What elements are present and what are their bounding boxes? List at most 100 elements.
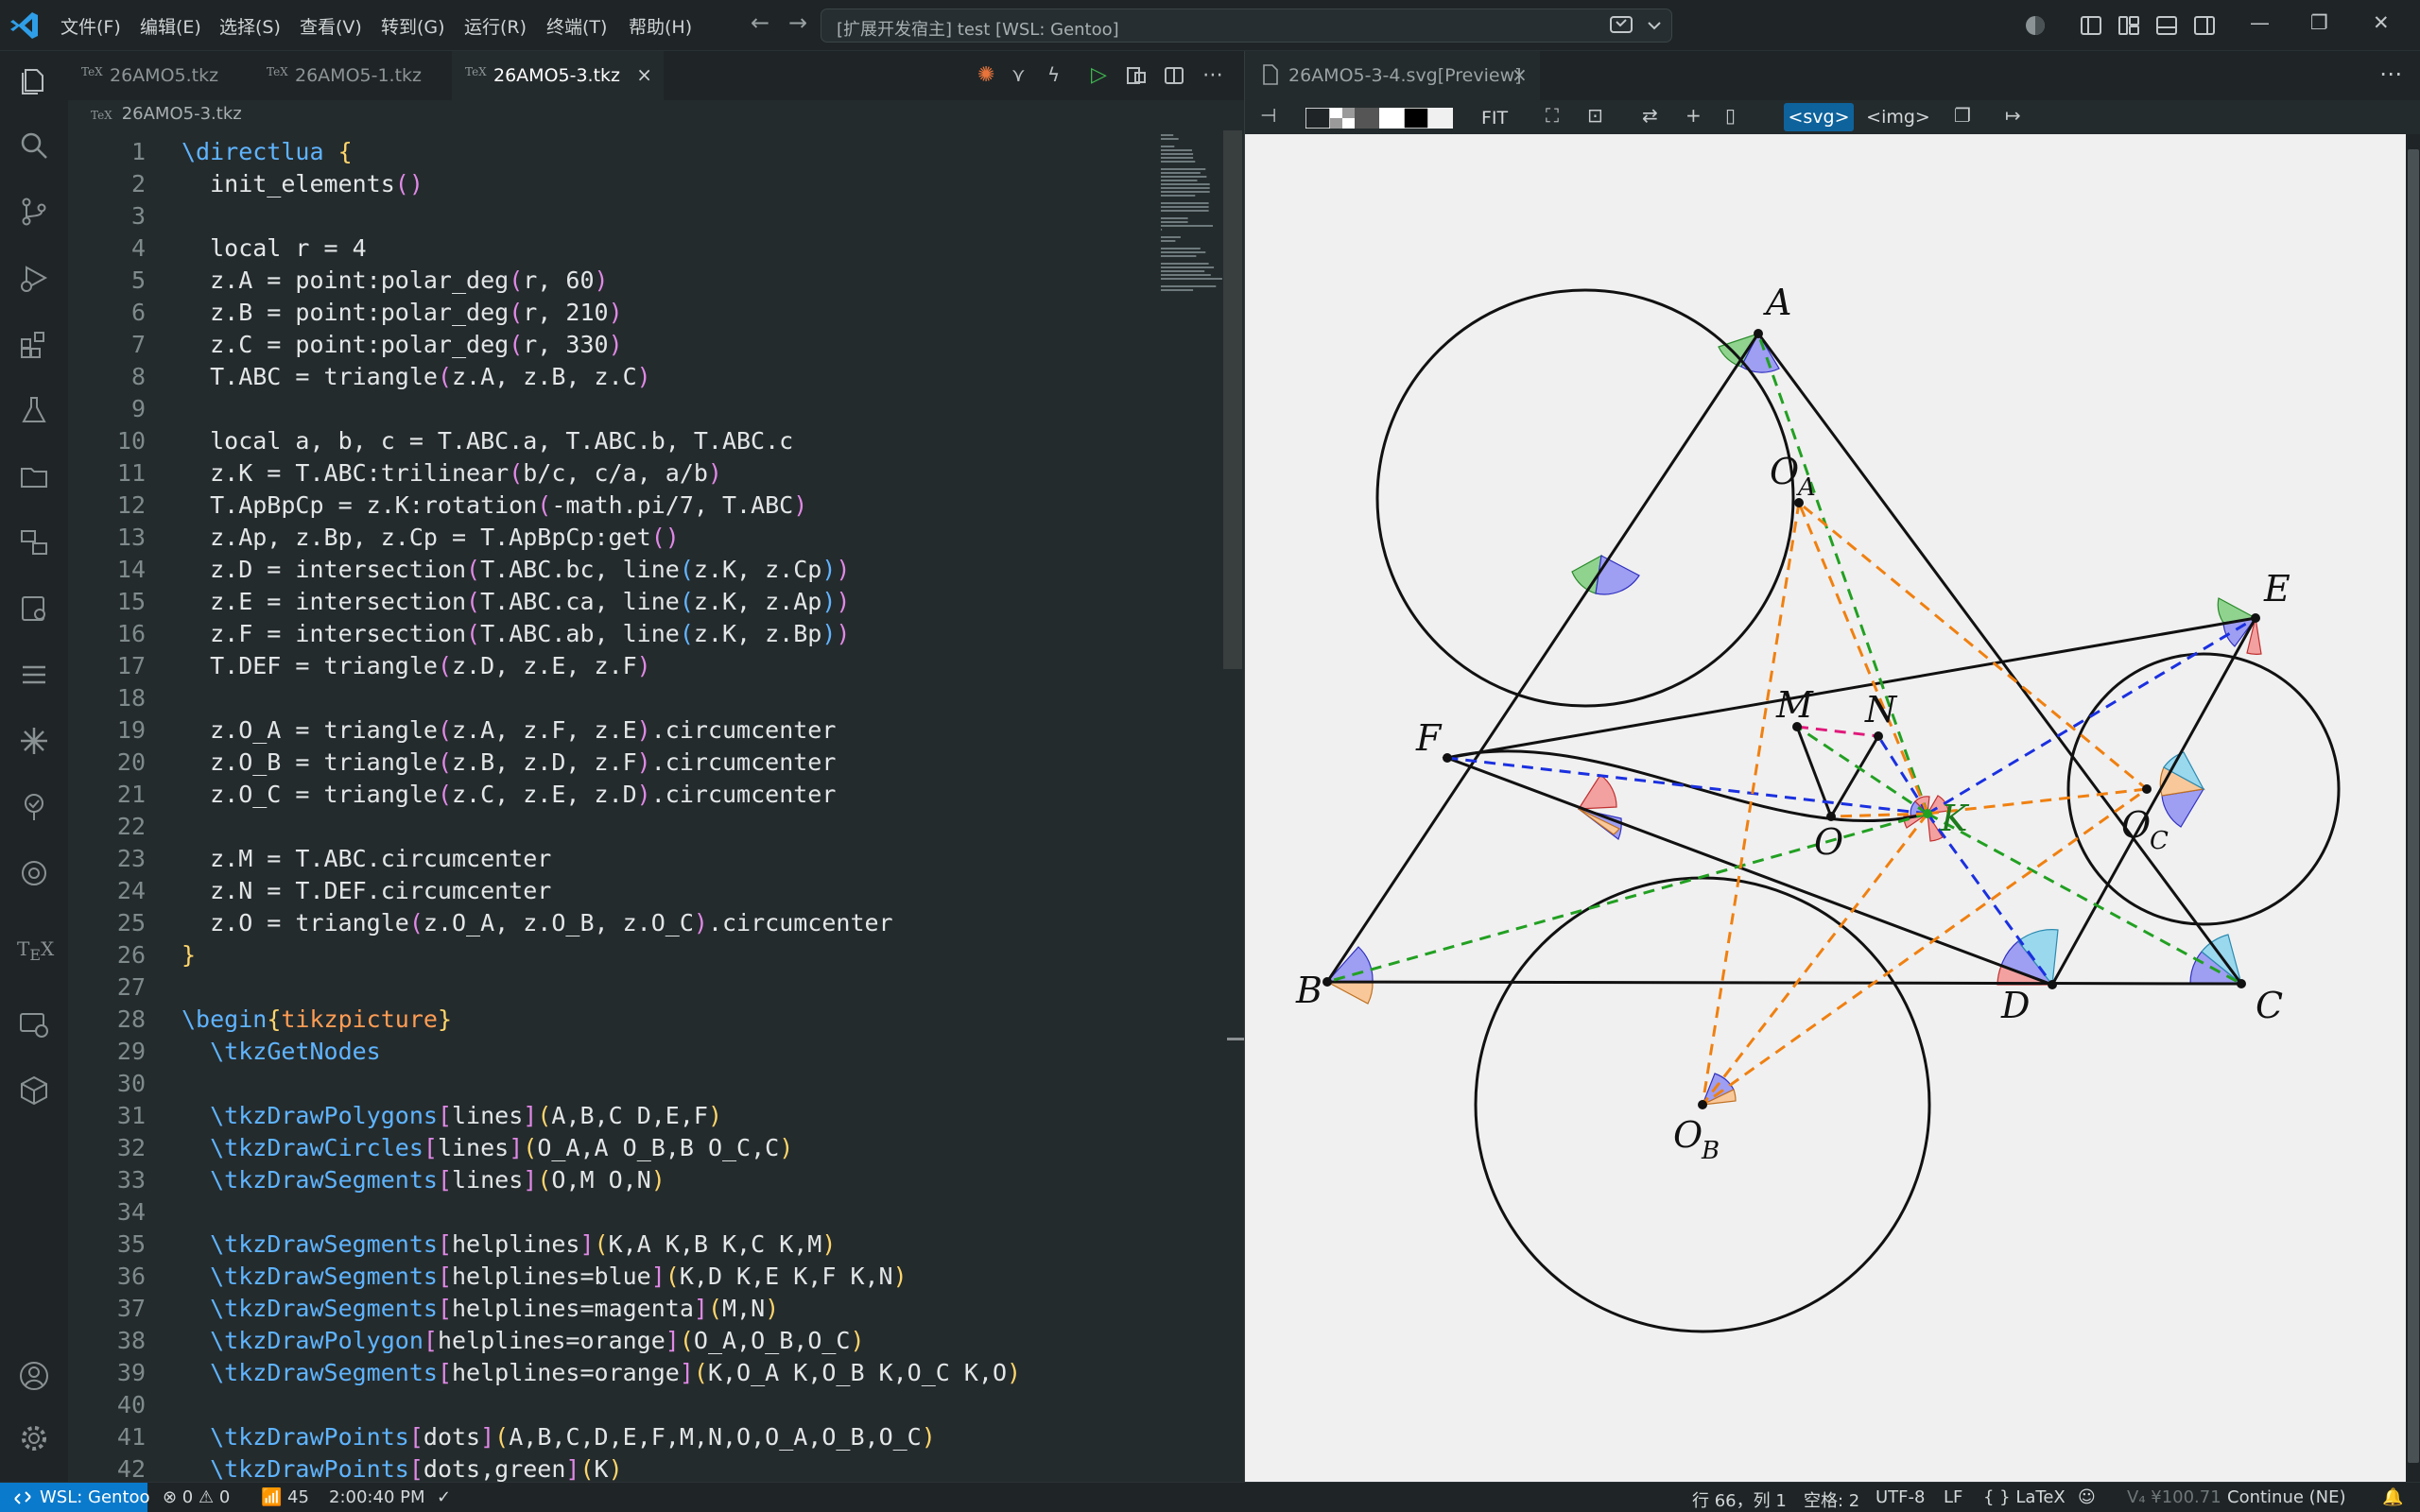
ports-count[interactable]: 45 xyxy=(287,1487,309,1507)
code-line[interactable]: 18 xyxy=(68,684,1155,716)
code-line[interactable]: 9 xyxy=(68,395,1155,427)
back-arrow-icon[interactable]: ← xyxy=(751,9,769,36)
code-line[interactable]: 23 z.M = T.ABC.circumcenter xyxy=(68,845,1155,877)
code-line[interactable]: 21 z.O_C = triangle(z.C, z.E, z.D).circu… xyxy=(68,781,1155,813)
code-line[interactable]: 33 \tkzDrawSegments[lines](O,M O,N) xyxy=(68,1166,1155,1198)
customize-layout-icon[interactable] xyxy=(2118,14,2140,37)
code-line[interactable]: 37 \tkzDrawSegments[helplines=magenta](M… xyxy=(68,1295,1155,1327)
open-preview-icon[interactable] xyxy=(1125,64,1148,87)
code-line[interactable]: 34 xyxy=(68,1198,1155,1230)
code-line[interactable]: 38 \tkzDrawPolygon[helplines=orange](O_A… xyxy=(68,1327,1155,1359)
code-line[interactable]: 20 z.O_B = triangle(z.B, z.D, z.F).circu… xyxy=(68,748,1155,781)
split-editor-icon[interactable] xyxy=(1163,64,1185,87)
background-swatches[interactable] xyxy=(1305,108,1453,129)
toggle-primary-sidebar-icon[interactable] xyxy=(2080,14,2102,37)
close-icon[interactable]: × xyxy=(636,63,652,86)
copy-icon[interactable]: ❐ xyxy=(1954,104,1971,127)
tab-26amo5-1[interactable]: TeX 26AMO5-1.tkz xyxy=(253,51,452,100)
run-debug-icon[interactable] xyxy=(17,261,51,295)
code-line[interactable]: 30 xyxy=(68,1070,1155,1102)
encoding-status[interactable]: UTF-8 xyxy=(1876,1487,1925,1507)
remote-explorer-icon[interactable] xyxy=(17,525,51,559)
folder-icon[interactable] xyxy=(17,459,51,493)
code-line[interactable]: 5 z.A = point:polar_deg(r, 60) xyxy=(68,266,1155,299)
code-line[interactable]: 32 \tkzDrawCircles[lines](O_A,A O_B,B O_… xyxy=(68,1134,1155,1166)
minimap-scroll-slider[interactable] xyxy=(1223,130,1242,669)
more-actions-icon[interactable]: ⋯ xyxy=(2379,60,2402,87)
close-icon[interactable]: × xyxy=(1512,63,1528,86)
problems-status[interactable]: ⊗ 0 ⚠ 0 xyxy=(163,1487,230,1507)
code-line[interactable]: 22 xyxy=(68,813,1155,845)
preview-scrollbar[interactable] xyxy=(2406,134,2420,1482)
code-line[interactable]: 35 \tkzDrawSegments[helplines](K,A K,B K… xyxy=(68,1230,1155,1263)
menu-view[interactable]: 查看(V) xyxy=(300,13,362,39)
code-line[interactable]: 42 \tkzDrawPoints[dots,green](K) xyxy=(68,1455,1155,1482)
more-actions-icon[interactable]: ⋯ xyxy=(1202,63,1223,87)
accounts-icon[interactable] xyxy=(2023,13,2048,38)
cube-icon[interactable] xyxy=(17,1074,51,1108)
continue-status[interactable]: Continue (NE) xyxy=(2227,1487,2346,1507)
extensions-icon[interactable] xyxy=(17,327,51,361)
spark-icon[interactable] xyxy=(17,724,51,758)
code-line[interactable]: 19 z.O_A = triangle(z.A, z.F, z.E).circu… xyxy=(68,716,1155,748)
eol-status[interactable]: LF xyxy=(1944,1487,1962,1507)
pin-icon[interactable] xyxy=(17,790,51,824)
toggle-secondary-sidebar-icon[interactable] xyxy=(2193,14,2216,37)
open-external-icon[interactable]: ↦ xyxy=(2005,104,2021,127)
code-line[interactable]: 24 z.N = T.DEF.circumcenter xyxy=(68,877,1155,909)
indentation-status[interactable]: 空格: 2 xyxy=(1804,1487,1859,1512)
minimize-icon[interactable]: — xyxy=(2250,11,2270,34)
code-line[interactable]: 29 \tkzGetNodes xyxy=(68,1038,1155,1070)
code-line[interactable]: 15 z.E = intersection(T.ABC.ca, line(z.K… xyxy=(68,588,1155,620)
restore-icon[interactable]: ❐ xyxy=(2310,11,2328,34)
outline-list-icon[interactable] xyxy=(17,658,51,692)
minimap[interactable] xyxy=(1157,130,1233,319)
menu-terminal[interactable]: 终端(T) xyxy=(546,13,607,39)
menu-selection[interactable]: 选择(S) xyxy=(219,13,281,39)
code-line[interactable]: 41 \tkzDrawPoints[dots](A,B,C,D,E,F,M,N,… xyxy=(68,1423,1155,1455)
tab-26amo5[interactable]: TeX 26AMO5.tkz xyxy=(68,51,253,100)
spark-icon[interactable]: ✺ xyxy=(977,63,994,87)
code-line[interactable]: 36 \tkzDrawSegments[helplines=blue](K,D … xyxy=(68,1263,1155,1295)
menu-edit[interactable]: 编辑(E) xyxy=(140,13,201,39)
code-line[interactable]: 11 z.K = T.ABC:trilinear(b/c, c/a, a/b) xyxy=(68,459,1155,491)
extension-version[interactable]: V₄ ¥100.71 xyxy=(2127,1487,2221,1507)
sash-indicator[interactable] xyxy=(1227,1038,1244,1040)
menu-file[interactable]: 文件(F) xyxy=(60,13,121,39)
code-line[interactable]: 7 z.C = point:polar_deg(r, 330) xyxy=(68,331,1155,363)
code-line[interactable]: 2 init_elements() xyxy=(68,170,1155,202)
code-line[interactable]: 31 \tkzDrawPolygons[lines](A,B,C D,E,F) xyxy=(68,1102,1155,1134)
lightning-icon[interactable]: ϟ xyxy=(1047,63,1060,86)
code-line[interactable]: 26} xyxy=(68,941,1155,973)
preview-scroll-thumb[interactable] xyxy=(2408,149,2419,1463)
gitlens-icon[interactable] xyxy=(17,856,51,890)
code-line[interactable]: 3 xyxy=(68,202,1155,234)
tab-26amo5-3[interactable]: TeX 26AMO5-3.tkz × xyxy=(452,51,664,100)
source-control-icon[interactable] xyxy=(17,195,51,229)
code-line[interactable]: 28 \begin{tikzpicture} xyxy=(68,1005,1155,1038)
account-icon[interactable] xyxy=(17,1359,51,1393)
svg-preview-canvas[interactable]: A B C D E F M N O K O A O B O C xyxy=(1245,134,2406,1482)
command-center[interactable]: [扩展开发宿主] test [WSL: Gentoo] xyxy=(821,9,1672,43)
crosshair-icon[interactable]: + xyxy=(1685,104,1702,127)
check-icon[interactable]: ✓ xyxy=(437,1487,451,1507)
actual-size-icon[interactable]: ⊡ xyxy=(1587,104,1603,127)
ruler-icon[interactable]: ▯ xyxy=(1725,104,1736,127)
remote-window-icon[interactable] xyxy=(17,1007,51,1041)
breadcrumb[interactable]: TeX 26AMO5-3.tkz xyxy=(91,104,242,124)
menu-help[interactable]: 帮助(H) xyxy=(629,13,692,39)
testing-flask-icon[interactable] xyxy=(17,393,51,427)
remote-settings-icon[interactable] xyxy=(17,592,51,626)
menu-go[interactable]: 转到(G) xyxy=(381,13,445,39)
swap-icon[interactable]: ⇄ xyxy=(1642,104,1658,127)
code-line[interactable]: 27 xyxy=(68,973,1155,1005)
tex-icon[interactable]: TEX xyxy=(17,932,54,966)
tab-svg-preview[interactable]: 26AMO5-3-4.svg[Preview] × xyxy=(1245,51,1540,100)
tikz-icon[interactable]: ⋎ xyxy=(1011,63,1026,86)
code-line[interactable]: 40 xyxy=(68,1391,1155,1423)
code-line[interactable]: 13 z.Ap, z.Bp, z.Cp = T.ApBpCp:get() xyxy=(68,524,1155,556)
code-line[interactable]: 1 \directlua { xyxy=(68,138,1155,170)
code-line[interactable]: 4 local r = 4 xyxy=(68,234,1155,266)
toggle-panel-icon[interactable] xyxy=(2155,14,2178,37)
svg-mode-button[interactable]: <svg> xyxy=(1784,103,1854,131)
